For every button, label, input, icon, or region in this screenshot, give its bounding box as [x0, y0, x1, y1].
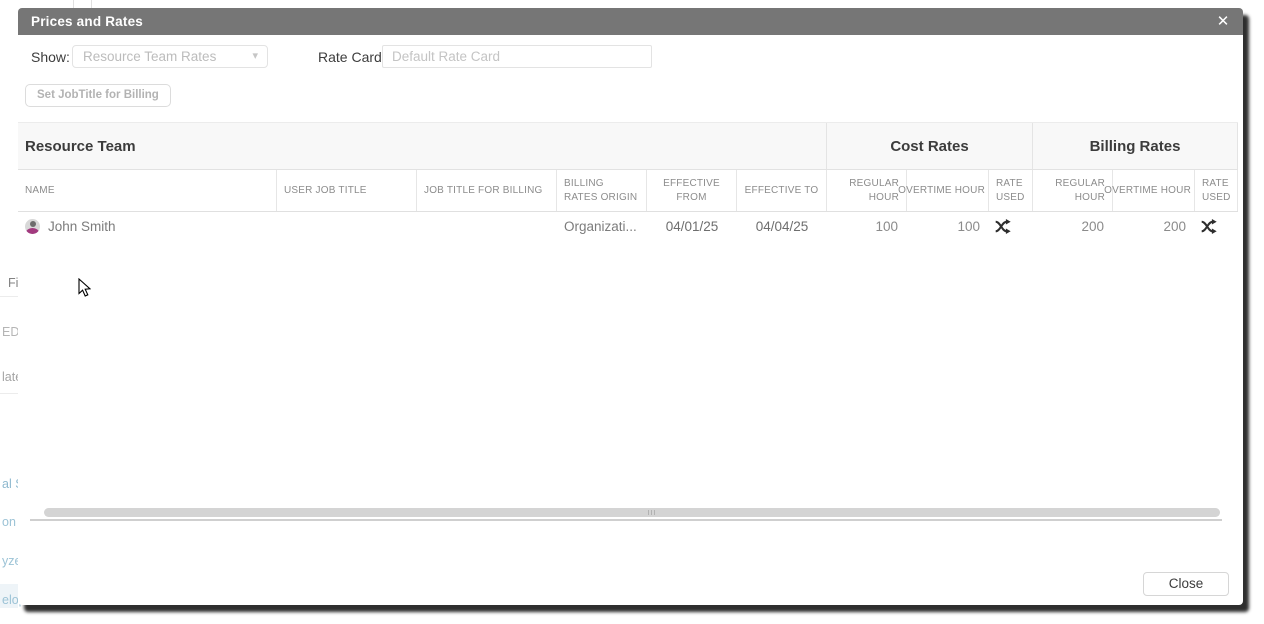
user-avatar-icon	[25, 219, 40, 234]
cell-cost-regular-hour: 100	[875, 219, 898, 234]
column-header-cost-rate-used[interactable]: RATE USED	[989, 170, 1033, 211]
cell-billing-rate-used[interactable]	[1195, 212, 1238, 241]
dialog-title: Prices and Rates	[31, 14, 144, 29]
column-header-billing-rate-used[interactable]: RATE USED	[1195, 170, 1238, 211]
show-dropdown[interactable]: Resource Team Rates ▾	[72, 45, 268, 68]
cell-name: John Smith	[18, 212, 277, 241]
cell-effective-to: 04/04/25	[755, 219, 809, 234]
column-header-billing-regular-hour[interactable]: REGULAR HOUR	[1033, 170, 1113, 211]
shuffle-icon	[995, 219, 1011, 234]
chevron-down-icon: ▾	[252, 50, 258, 62]
background-row-divider	[0, 296, 18, 297]
dialog-titlebar: Prices and Rates ✕	[18, 8, 1243, 35]
column-header-user-job-title[interactable]: USER JOB TITLE	[277, 170, 417, 211]
column-header-effective-to[interactable]: EFFECTIVE TO	[737, 170, 827, 211]
close-button[interactable]: Close	[1143, 572, 1229, 596]
column-header-effective-from[interactable]: EFFECTIVE FROM	[647, 170, 737, 211]
rates-table: Resource Team Cost Rates Billing Rates N…	[18, 122, 1238, 241]
cell-billing-overtime-hour: 200	[1163, 219, 1186, 234]
scrollbar-track-line	[30, 519, 1222, 521]
group-header-cost-rates: Cost Rates	[827, 123, 1033, 169]
column-header-billing-rates-origin[interactable]: BILLING RATES ORIGIN	[557, 170, 647, 211]
horizontal-scrollbar[interactable]	[44, 508, 1220, 517]
background-column-divider	[73, 0, 74, 8]
cell-cost-overtime-hour: 100	[957, 219, 980, 234]
cell-billing-regular-hour: 200	[1081, 219, 1104, 234]
show-dropdown-value: Resource Team Rates	[83, 49, 217, 64]
prices-and-rates-dialog: Prices and Rates ✕ Show: Resource Team R…	[18, 8, 1243, 605]
column-header-name[interactable]: NAME	[18, 170, 277, 211]
close-icon[interactable]: ✕	[1211, 8, 1235, 35]
column-header-billing-overtime-hour[interactable]: OVERTIME HOUR	[1104, 170, 1195, 211]
column-header-cost-regular-hour[interactable]: REGULAR HOUR	[827, 170, 907, 211]
user-name: John Smith	[48, 219, 116, 234]
table-group-header-row: Resource Team Cost Rates Billing Rates	[18, 122, 1238, 170]
show-label: Show:	[31, 49, 70, 65]
cell-job-title-for-billing	[417, 212, 557, 241]
background-column-divider	[91, 0, 92, 8]
scrollbar-grip-icon	[648, 510, 655, 515]
group-header-billing-rates: Billing Rates	[1033, 123, 1238, 169]
rate-card-input[interactable]	[382, 45, 652, 68]
background-text-fragment: ED	[2, 325, 20, 339]
table-row[interactable]: John Smith Organizati... 04/01/25 04/04/…	[18, 212, 1238, 241]
rate-card-label: Rate Card:	[318, 49, 386, 65]
cell-user-job-title	[277, 212, 417, 241]
background-row-divider	[0, 393, 18, 394]
cell-effective-from: 04/01/25	[665, 219, 719, 234]
shuffle-icon	[1201, 219, 1217, 234]
group-header-resource-team: Resource Team	[18, 123, 827, 169]
cell-cost-rate-used[interactable]	[989, 212, 1033, 241]
column-header-cost-overtime-hour[interactable]: OVERTIME HOUR	[898, 170, 989, 211]
background-text-fragment: on	[2, 515, 16, 529]
cell-billing-rates-origin: Organizati...	[564, 219, 637, 234]
column-header-job-title-for-billing[interactable]: JOB TITLE FOR BILLING	[417, 170, 557, 211]
set-jobtitle-for-billing-button[interactable]: Set JobTitle for Billing	[25, 84, 171, 107]
table-column-header-row: NAME USER JOB TITLE JOB TITLE FOR BILLIN…	[18, 170, 1238, 212]
